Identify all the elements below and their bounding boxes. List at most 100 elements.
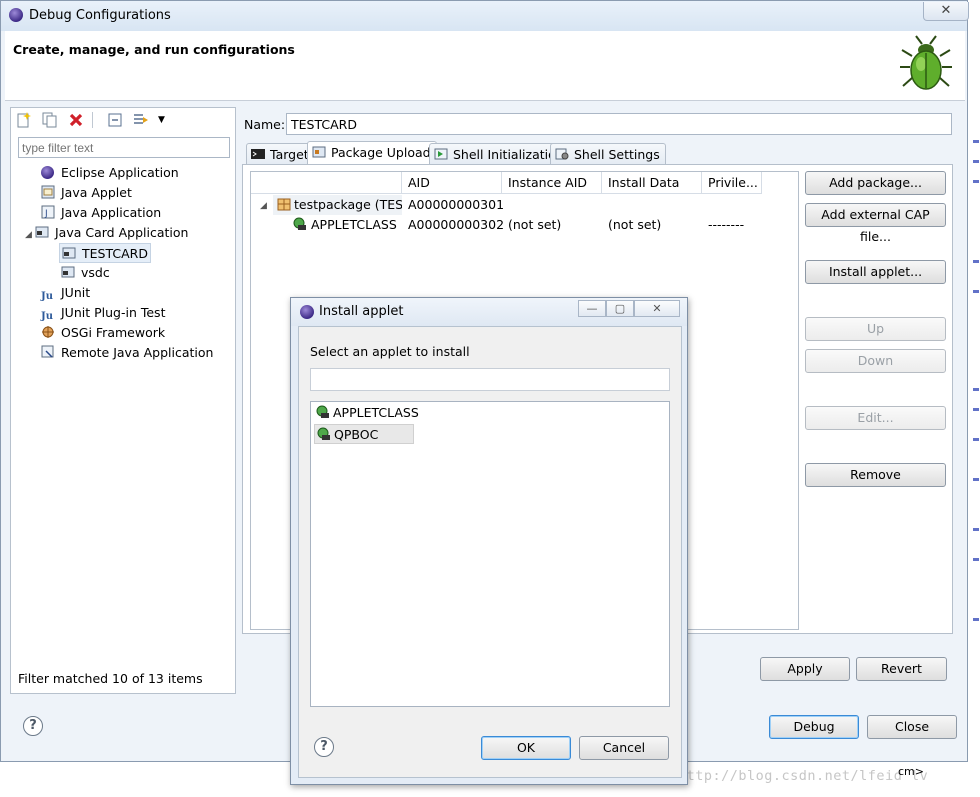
- column-header-name[interactable]: [251, 172, 402, 194]
- tree-item-label: OSGi Framework: [61, 325, 166, 340]
- new-configuration-icon[interactable]: [15, 111, 33, 129]
- tree-item-label: Java Applet: [61, 185, 132, 200]
- tree-toolbar: ▼: [15, 111, 172, 133]
- package-name-cell: testpackage (TEST: [273, 195, 402, 215]
- tree-item-vsdc[interactable]: vsdc: [61, 263, 110, 283]
- cancel-button[interactable]: Cancel: [579, 736, 669, 760]
- expanded-chevron-icon[interactable]: ◢: [25, 225, 35, 245]
- tab-target[interactable]: Target: [246, 143, 315, 165]
- down-button[interactable]: Down: [805, 349, 946, 373]
- eclipse-icon: [9, 8, 23, 22]
- tab-shell-initialization[interactable]: Shell Initialization: [429, 143, 570, 165]
- shell-initialization-icon: [434, 148, 448, 160]
- duplicate-icon[interactable]: [41, 111, 59, 129]
- cm-label: cm>: [898, 765, 924, 778]
- column-header-aid[interactable]: AID: [402, 172, 502, 194]
- tree-item-label: Eclipse Application: [61, 165, 179, 180]
- list-item[interactable]: QPBOC: [314, 424, 414, 444]
- column-header-instance-aid[interactable]: Instance AID: [502, 172, 602, 194]
- tab-label: Package Upload: [331, 145, 431, 160]
- watermark-text: http://blog.csdn.net/lfeid lv: [678, 768, 929, 784]
- column-header-install-data[interactable]: Install Data: [602, 172, 702, 194]
- java-card-config-icon: [62, 247, 76, 259]
- window-title: Debug Configurations: [29, 8, 171, 23]
- tree-item-testcard[interactable]: TESTCARD: [59, 243, 151, 263]
- name-label: Name:: [244, 117, 286, 132]
- column-header-privileges[interactable]: Privile...: [702, 172, 762, 194]
- add-package-button[interactable]: Add package...: [805, 171, 946, 195]
- java-application-icon: J: [41, 205, 55, 219]
- header-text: Create, manage, and run configurations: [13, 42, 295, 57]
- ok-button[interactable]: OK: [481, 736, 571, 760]
- tree-item-eclipse-application[interactable]: Eclipse Application: [41, 163, 179, 183]
- dialog-title: Install applet: [319, 304, 404, 319]
- configuration-tree-panel: ▼ Eclipse Application Java Applet J Java …: [10, 107, 236, 694]
- tree-item-junit[interactable]: Ju JUnit: [41, 283, 90, 303]
- tree-item-label: JUnit Plug-in Test: [61, 305, 166, 320]
- add-external-cap-button[interactable]: Add external CAP file...: [805, 203, 946, 244]
- tab-shell-settings[interactable]: Shell Settings: [550, 143, 666, 165]
- filter-input[interactable]: [18, 137, 230, 158]
- applet-list[interactable]: APPLETCLASS QPBOC: [310, 401, 670, 707]
- applet-filter-input[interactable]: [310, 368, 670, 391]
- tab-label: Target: [270, 147, 309, 162]
- package-upload-icon: [312, 146, 326, 158]
- remote-java-icon: [41, 345, 54, 358]
- java-card-icon: [35, 226, 49, 238]
- tree-item-label: JUnit: [61, 285, 91, 300]
- java-card-config-icon: [61, 266, 75, 278]
- tree-item-java-application[interactable]: J Java Application: [41, 203, 161, 223]
- list-item-label: APPLETCLASS: [333, 405, 419, 420]
- svg-text:J: J: [44, 209, 48, 219]
- maximize-button[interactable]: ▢: [606, 300, 634, 317]
- tree-item-java-card-application[interactable]: ◢ Java Card Application: [25, 223, 188, 243]
- tree-item-label: Remote Java Application: [61, 345, 214, 360]
- close-button[interactable]: Close: [867, 715, 957, 739]
- background-window-edge: [968, 96, 980, 696]
- collapse-all-icon[interactable]: [106, 111, 124, 129]
- install-applet-button[interactable]: Install applet...: [805, 260, 946, 284]
- instance-aid-cell: (not set): [508, 217, 562, 232]
- privileges-cell: --------: [708, 217, 745, 232]
- debug-button[interactable]: Debug: [769, 715, 859, 739]
- applet-name-cell: APPLETCLASS: [293, 215, 397, 235]
- name-field[interactable]: TESTCARD: [286, 113, 952, 135]
- tab-label: Shell Initialization: [453, 147, 564, 162]
- edit-button[interactable]: Edit...: [805, 406, 946, 430]
- applet-icon: [293, 217, 306, 230]
- minimize-button[interactable]: —: [578, 300, 606, 317]
- help-icon[interactable]: ?: [23, 716, 43, 736]
- window-close-button[interactable]: ✕: [923, 2, 969, 21]
- dialog-body: Select an applet to install APPLETCLASS …: [298, 326, 682, 778]
- tab-label: Shell Settings: [574, 147, 660, 162]
- dialog-header: Create, manage, and run configurations: [5, 31, 965, 101]
- eclipse-icon: [41, 165, 55, 179]
- tree-item-junit-plugin-test[interactable]: Ju JUnit Plug-in Test: [41, 303, 165, 323]
- tree-item-label: Java Card Application: [55, 225, 189, 240]
- dialog-help-icon[interactable]: ?: [314, 737, 334, 757]
- view-menu-chevron-icon[interactable]: ▼: [158, 111, 168, 129]
- tab-package-upload[interactable]: Package Upload: [307, 141, 437, 166]
- applet-icon: [316, 405, 329, 418]
- up-button[interactable]: Up: [805, 317, 946, 341]
- dialog-title-bar[interactable]: Install applet — ▢ ✕: [291, 298, 687, 326]
- tree-item-java-applet[interactable]: Java Applet: [41, 183, 132, 203]
- applet-name: APPLETCLASS: [311, 217, 397, 232]
- dialog-close-button[interactable]: ✕: [634, 300, 680, 317]
- filter-icon[interactable]: [132, 111, 150, 129]
- collapse-chevron-icon[interactable]: ◢: [260, 196, 267, 216]
- tree-item-osgi-framework[interactable]: OSGi Framework: [41, 323, 165, 343]
- install-applet-dialog: Install applet — ▢ ✕ Select an applet to…: [290, 297, 688, 785]
- delete-icon[interactable]: [67, 111, 85, 129]
- revert-button[interactable]: Revert: [856, 657, 947, 681]
- aid-cell: A00000000302: [408, 217, 505, 232]
- title-bar[interactable]: Debug Configurations: [1, 1, 967, 31]
- remove-button[interactable]: Remove: [805, 463, 946, 487]
- apply-button[interactable]: Apply: [760, 657, 850, 681]
- tree-item-remote-java-application[interactable]: Remote Java Application: [41, 343, 213, 363]
- junit-plugin-icon: Ju: [41, 311, 54, 322]
- list-item[interactable]: APPLETCLASS: [314, 403, 425, 423]
- shell-settings-icon: [555, 148, 569, 160]
- tree-item-label: Java Application: [61, 205, 162, 220]
- dialog-prompt: Select an applet to install: [310, 344, 470, 359]
